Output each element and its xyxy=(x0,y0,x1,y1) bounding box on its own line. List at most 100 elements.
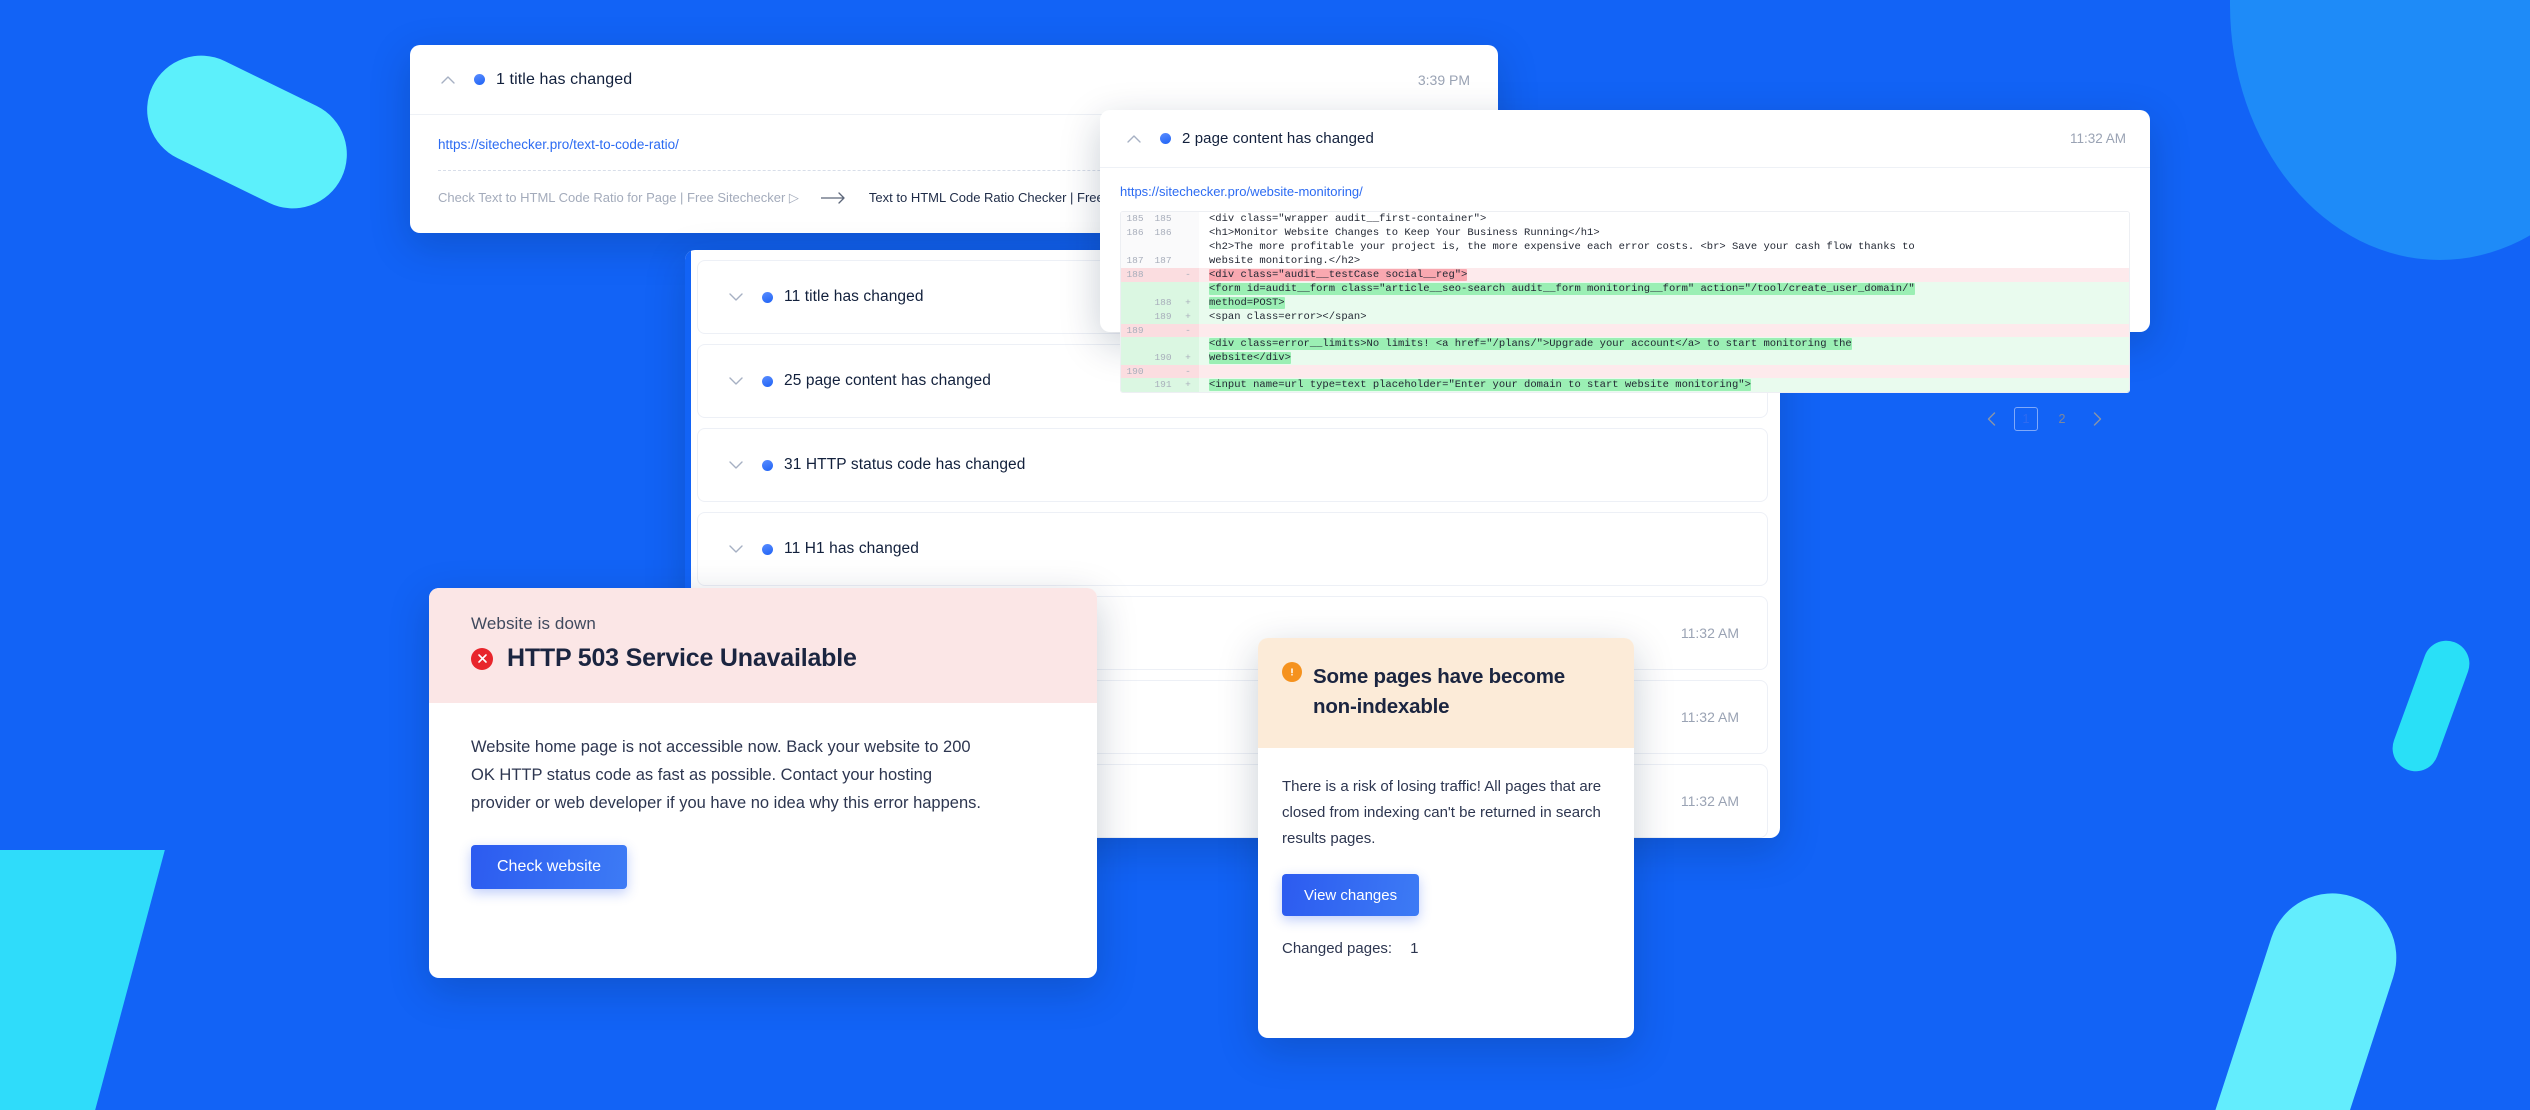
card-site-down-title: HTTP 503 Service Unavailable xyxy=(507,644,857,672)
code-gutter-sign xyxy=(1177,254,1199,268)
code-gutter-sign: + xyxy=(1177,351,1199,365)
code-gutter-old-line xyxy=(1121,240,1149,254)
title-diff-old: Check Text to HTML Code Ratio for Page |… xyxy=(438,190,799,205)
code-gutter-new-line xyxy=(1149,268,1177,282)
code-gutter-sign xyxy=(1177,212,1199,226)
code-diff-line: 188 + method=POST> xyxy=(1121,296,2129,310)
code-line-text: <h1>Monitor Website Changes to Keep Your… xyxy=(1209,227,1600,239)
list-item-time: 11:32 AM xyxy=(1680,793,1739,809)
card-site-down-kicker: Website is down xyxy=(471,614,596,633)
code-diff-line: <div class=error__limits>No limits! <a h… xyxy=(1121,337,2129,351)
list-item-label: 11 title has changed xyxy=(784,288,924,305)
code-gutter-old-line: 186 xyxy=(1121,226,1149,240)
code-line-text: <div class="audit__testCase social__reg"… xyxy=(1209,269,1468,281)
status-dot-blue xyxy=(762,543,773,555)
code-diff-line: 188 - <div class="audit__testCase social__… xyxy=(1121,268,2129,282)
chevron-down-icon[interactable] xyxy=(726,287,746,307)
code-gutter-sign: + xyxy=(1177,378,1199,392)
decor-blob-top-right xyxy=(2230,0,2530,260)
chevron-left-icon[interactable] xyxy=(1980,408,2002,430)
code-gutter-old-line xyxy=(1121,282,1149,296)
code-gutter-new-line: 185 xyxy=(1149,212,1177,226)
panel-title-changed-label: 1 title has changed xyxy=(496,70,633,88)
card-site-down-body: Website home page is not accessible now.… xyxy=(429,703,1097,889)
page-url-link[interactable]: https://sitechecker.pro/website-monitori… xyxy=(1120,184,2130,199)
code-gutter-sign: - xyxy=(1177,268,1199,282)
changed-pages-value: 1 xyxy=(1410,940,1419,957)
decor-pill-bottom-right xyxy=(2183,876,2413,1110)
arrow-right-icon xyxy=(820,192,847,204)
list-item-label: 31 HTTP status code has changed xyxy=(784,456,1026,473)
code-gutter-new-line xyxy=(1149,324,1177,337)
code-gutter-sign xyxy=(1177,282,1199,296)
code-gutter-old-line: 190 xyxy=(1121,365,1149,378)
pagination: 1 2 xyxy=(1120,393,2130,445)
decor-wedge-bottom-left xyxy=(0,850,165,1110)
code-gutter-old-line: 189 xyxy=(1121,324,1149,337)
decor-pill-top-left xyxy=(128,37,366,227)
code-gutter-new-line xyxy=(1149,240,1177,254)
warning-circle-icon xyxy=(1282,662,1302,682)
code-diff-line: <form id=audit__form class="article__seo… xyxy=(1121,282,2129,296)
code-gutter-new-line: 187 xyxy=(1149,254,1177,268)
changed-pages-row: Changed pages: 1 xyxy=(1282,940,1610,957)
pagination-page-2[interactable]: 2 xyxy=(2050,407,2074,431)
code-gutter-new-line: 191 xyxy=(1149,378,1177,392)
screenshot-stage: 1 title has changed 3:39 PM https://site… xyxy=(0,0,2530,1110)
code-diff-line: 190 + website</div> xyxy=(1121,351,2129,365)
code-gutter-sign: + xyxy=(1177,296,1199,310)
view-changes-button[interactable]: View changes xyxy=(1282,874,1420,916)
code-diff-line: 185 185 <div class="wrapper audit__first-c… xyxy=(1121,212,2129,226)
status-dot-blue xyxy=(1160,133,1171,144)
chevron-down-icon[interactable] xyxy=(726,371,746,391)
code-line-text: <span class=error></span> xyxy=(1209,311,1367,323)
chevron-down-icon[interactable] xyxy=(726,539,746,559)
status-dot-blue xyxy=(474,74,485,85)
code-diff-line: 186 186 <h1>Monitor Website Changes to Kee… xyxy=(1121,226,2129,240)
chevron-up-icon[interactable] xyxy=(1124,129,1144,149)
code-gutter-old-line xyxy=(1121,351,1149,365)
panel-code-diff-label: 2 page content has changed xyxy=(1182,130,1374,147)
code-gutter-new-line: 188 xyxy=(1149,296,1177,310)
list-item-label: 25 page content has changed xyxy=(784,372,991,389)
panel-title-changed-header[interactable]: 1 title has changed 3:39 PM xyxy=(410,45,1498,115)
code-gutter-new-line xyxy=(1149,337,1177,351)
changed-pages-label: Changed pages: xyxy=(1282,940,1393,957)
code-line-text: website</div> xyxy=(1209,352,1291,364)
code-line-text: <input name=url type=text placeholder="E… xyxy=(1209,379,1751,391)
chevron-right-icon[interactable] xyxy=(2086,408,2108,430)
chevron-up-icon[interactable] xyxy=(438,70,458,90)
code-diff-line: 189 + <span class=error></span> xyxy=(1121,310,2129,324)
code-line-text: <div class="wrapper audit__first-contain… xyxy=(1209,213,1487,225)
card-non-indexable-title: Some pages have become non-indexable xyxy=(1313,665,1565,718)
code-diff-line: 191 + <input name=url type=text placeholde… xyxy=(1121,378,2129,392)
code-gutter-sign xyxy=(1177,226,1199,240)
card-non-indexable-text: There is a risk of losing traffic! All p… xyxy=(1282,778,1602,847)
card-site-down: Website is down HTTP 503 Service Unavail… xyxy=(429,588,1097,978)
panel-title-changed-time: 3:39 PM xyxy=(1417,71,1470,88)
check-website-button[interactable]: Check website xyxy=(471,845,628,889)
code-line-text: <div class=error__limits>No limits! <a h… xyxy=(1209,338,1852,350)
code-line-text: website monitoring.</h2> xyxy=(1209,255,1361,267)
chevron-down-icon[interactable] xyxy=(726,455,746,475)
code-line-text: <h2>The more profitable your project is,… xyxy=(1209,241,1915,253)
code-gutter-sign xyxy=(1177,240,1199,254)
code-gutter-sign: - xyxy=(1177,365,1199,378)
code-gutter-old-line: 185 xyxy=(1121,212,1149,226)
card-non-indexable: Some pages have become non-indexable The… xyxy=(1258,638,1634,1038)
code-diff-line: 190 - xyxy=(1121,365,2129,378)
card-site-down-header: Website is down HTTP 503 Service Unavail… xyxy=(429,588,1097,703)
title-diff-new: Text to HTML Code Ratio Checker | Free ▷ xyxy=(868,190,1118,205)
code-line-text: method=POST> xyxy=(1209,297,1285,309)
pagination-page-1[interactable]: 1 xyxy=(2014,407,2038,431)
panel-code-diff-header[interactable]: 2 page content has changed 11:32 AM xyxy=(1100,110,2150,168)
code-gutter-new-line xyxy=(1149,365,1177,378)
list-item-time: 11:32 AM xyxy=(1680,709,1739,725)
card-site-down-text: Website home page is not accessible now.… xyxy=(471,738,981,812)
list-item-label: 11 H1 has changed xyxy=(784,540,919,557)
list-item[interactable]: 11 H1 has changed xyxy=(697,512,1768,586)
error-circle-icon xyxy=(471,647,493,670)
code-gutter-sign: + xyxy=(1177,310,1199,324)
